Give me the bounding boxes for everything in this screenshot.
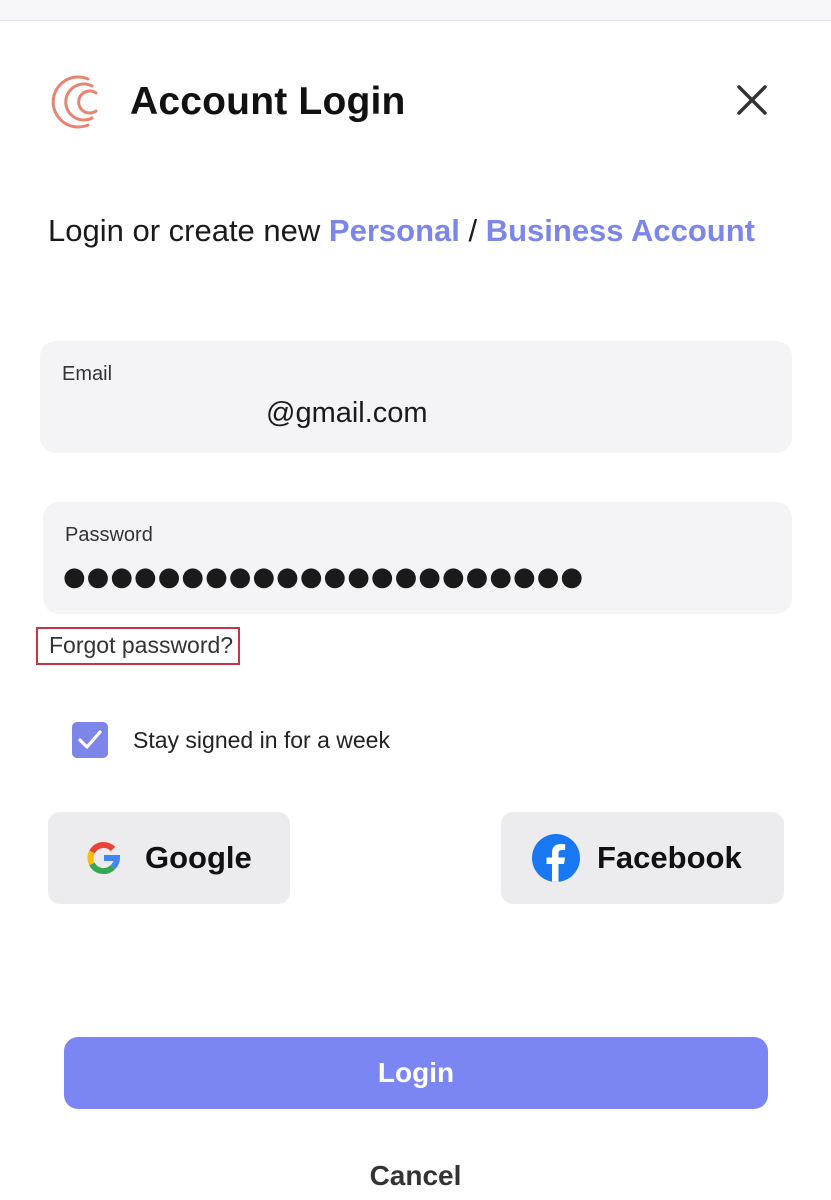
personal-account-link[interactable]: Personal (329, 213, 460, 248)
email-field[interactable]: Email @gmail.com (40, 341, 792, 453)
checkmark-icon (78, 730, 102, 749)
business-account-link[interactable]: Business Account (486, 213, 755, 248)
google-icon (85, 839, 123, 877)
cancel-button[interactable]: Cancel (0, 1160, 831, 1192)
email-label: Email (62, 363, 113, 385)
brand-logo-icon (44, 73, 102, 131)
page-title: Account Login (130, 80, 406, 123)
intro-prefix: Login or create new (48, 213, 329, 248)
top-divider (0, 0, 831, 21)
close-icon[interactable] (734, 82, 770, 118)
stay-signed-in-checkbox[interactable] (72, 722, 108, 758)
facebook-login-button[interactable]: Facebook (501, 812, 784, 904)
password-field[interactable]: Password ●●●●●●●●●●●●●●●●●●●●●● (43, 502, 792, 614)
email-value[interactable]: @gmail.com (266, 397, 428, 430)
facebook-label: Facebook (597, 840, 742, 875)
password-label: Password (65, 524, 153, 546)
google-label: Google (145, 840, 252, 875)
dialog-header: Account Login (0, 60, 831, 150)
login-button[interactable]: Login (64, 1037, 768, 1109)
intro-separator: / (459, 213, 486, 248)
login-button-label: Login (377, 1057, 455, 1088)
intro-text: Login or create new Personal / Business … (48, 207, 768, 255)
facebook-icon (531, 833, 581, 883)
forgot-password-link[interactable]: Forgot password? (36, 627, 241, 665)
stay-signed-in-label: Stay signed in for a week (133, 727, 390, 753)
password-value[interactable]: ●●●●●●●●●●●●●●●●●●●●●● (63, 562, 584, 592)
google-login-button[interactable]: Google (48, 812, 290, 904)
